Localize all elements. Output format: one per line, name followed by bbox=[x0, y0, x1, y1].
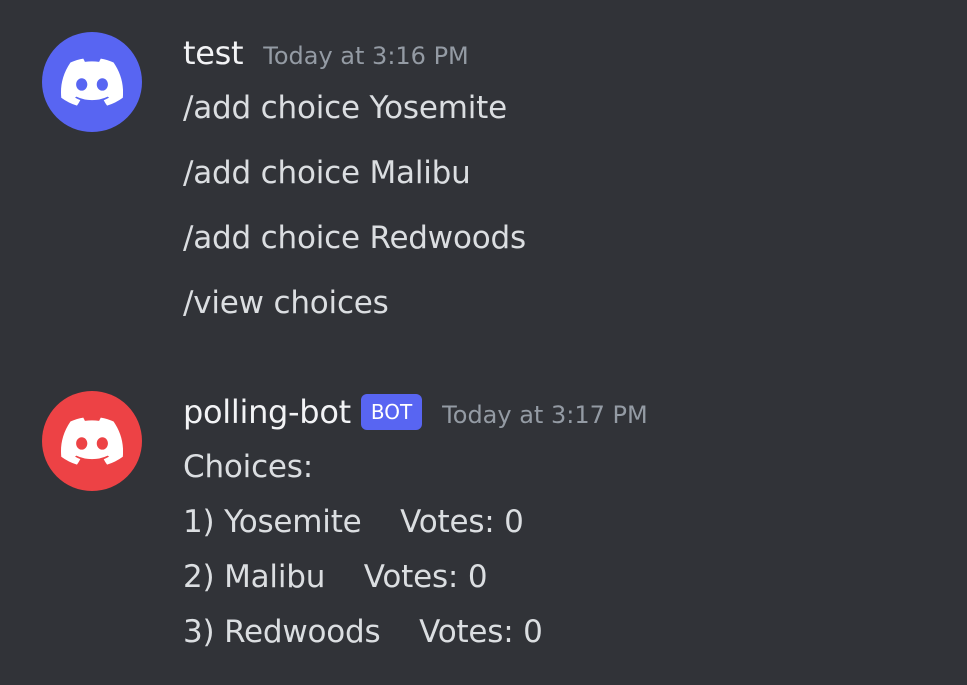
avatar[interactable] bbox=[42, 32, 142, 132]
discord-logo-icon bbox=[61, 417, 123, 465]
message-header: test Today at 3:16 PM bbox=[183, 34, 469, 72]
username[interactable]: test bbox=[183, 34, 244, 72]
message-line: 2) Malibu Votes: 0 bbox=[183, 559, 488, 595]
avatar[interactable] bbox=[42, 391, 142, 491]
message-line: Choices: bbox=[183, 449, 313, 485]
timestamp[interactable]: Today at 3:17 PM bbox=[442, 395, 648, 429]
message-line: /add choice Redwoods bbox=[183, 220, 526, 256]
message-line: /view choices bbox=[183, 285, 389, 321]
message-line: 1) Yosemite Votes: 0 bbox=[183, 504, 524, 540]
message-header: polling-bot BOT Today at 3:17 PM bbox=[183, 393, 648, 431]
message-line: /add choice Malibu bbox=[183, 155, 471, 191]
username[interactable]: polling-bot bbox=[183, 393, 351, 431]
bot-badge: BOT bbox=[360, 394, 423, 430]
message-line: /add choice Yosemite bbox=[183, 90, 507, 126]
message-line: 3) Redwoods Votes: 0 bbox=[183, 614, 543, 650]
discord-logo-icon bbox=[61, 58, 123, 106]
timestamp[interactable]: Today at 3:16 PM bbox=[263, 36, 469, 70]
